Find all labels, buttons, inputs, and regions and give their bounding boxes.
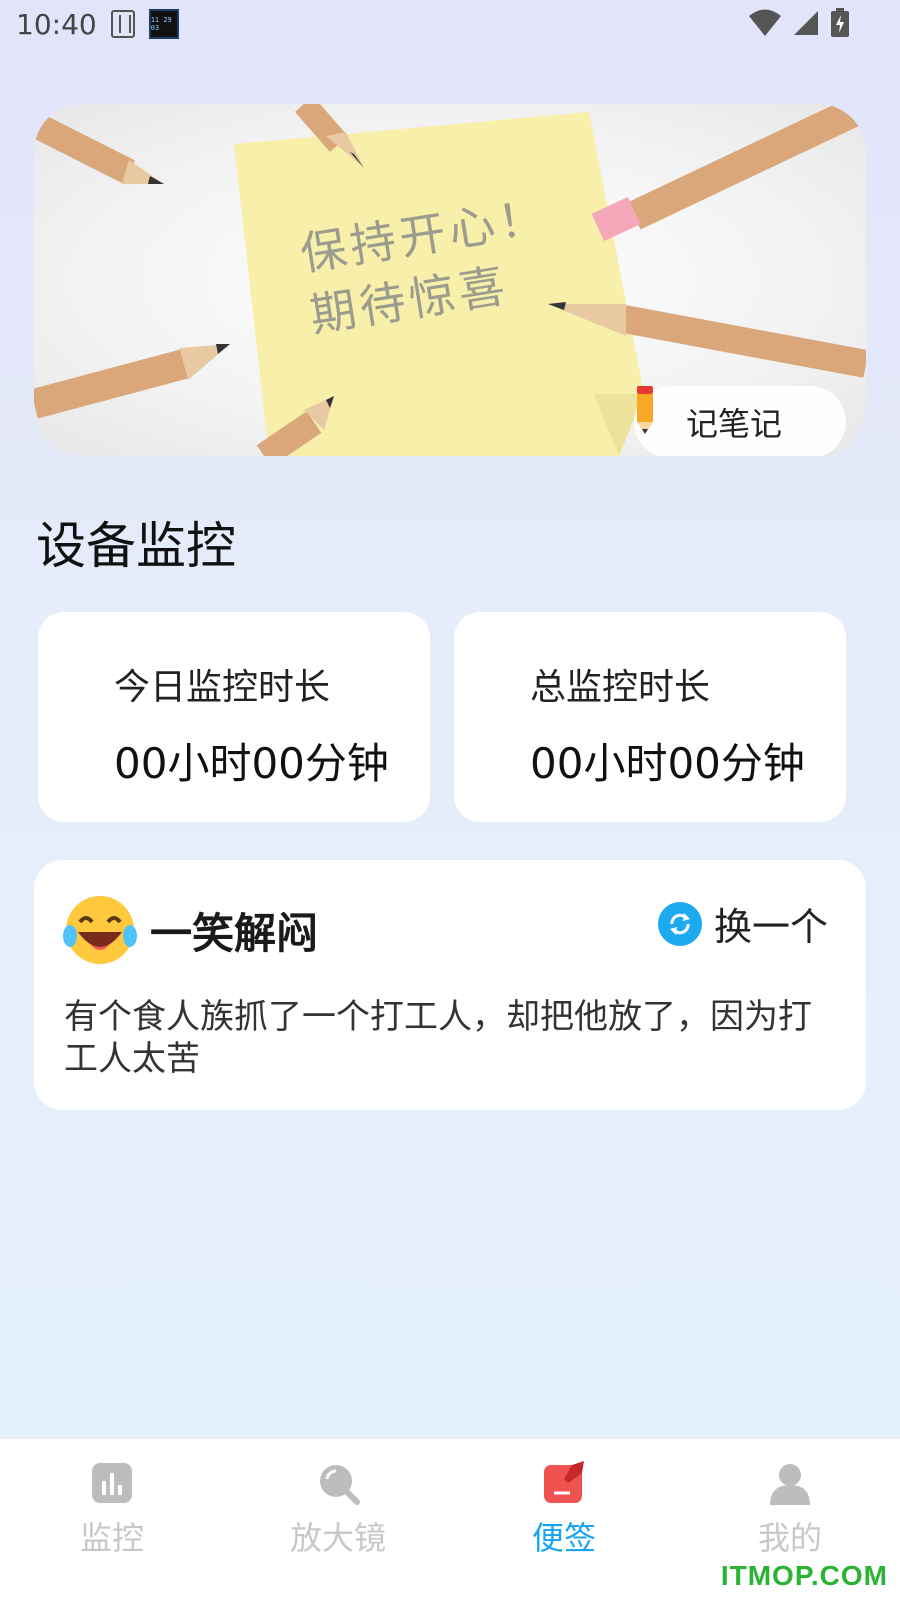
app-thumb-text: 11 29 03 [150, 16, 172, 32]
total-monitor-card: 总监控时长 00小时00分钟 [454, 612, 846, 822]
nav-item-notes[interactable]: 便签 [484, 1459, 644, 1559]
signal-icon [794, 11, 818, 35]
refresh-joke-button[interactable]: 换一个 [657, 896, 828, 951]
bar-chart-icon [88, 1459, 136, 1507]
status-bar: 10:40 11 29 03 [0, 0, 900, 48]
notification-icons: 11 29 03 [110, 9, 179, 39]
today-monitor-card: 今日监控时长 00小时00分钟 [38, 612, 430, 822]
status-right-icons [748, 8, 850, 38]
total-monitor-label: 总监控时长 [530, 667, 711, 708]
joke-text: 有个食人族抓了一个打工人，却把他放了，因为打工人太苦 [64, 997, 812, 1079]
nav-label-monitor: 监控 [79, 1519, 144, 1557]
joke-card: 一笑解闷 换一个 有个食人族抓了一个打工人，却把他放了，因为打工人太苦 [34, 860, 866, 1110]
status-time: 10:40 [16, 7, 97, 41]
pencil-right-eraser [591, 104, 866, 242]
section-title: 设备监控 [36, 517, 236, 575]
banner[interactable]: 保持开心！ 期待惊喜 记笔记 [34, 104, 866, 456]
today-monitor-value: 00小时00分钟 [114, 739, 389, 788]
person-icon [766, 1459, 814, 1507]
magnifier-icon [314, 1459, 362, 1507]
today-monitor-label: 今日监控时长 [114, 667, 331, 708]
watermark: ITMOP.COM [720, 1560, 888, 1591]
nav-item-profile[interactable]: 我的 [710, 1459, 870, 1559]
laughing-emoji-icon [63, 896, 137, 964]
nav-label-profile: 我的 [757, 1519, 822, 1557]
nav-label-notes: 便签 [531, 1519, 596, 1557]
refresh-label: 换一个 [713, 905, 828, 949]
pencil-bottom-left [34, 344, 230, 419]
take-note-button[interactable]: 记笔记 [634, 386, 846, 456]
nav-item-magnifier[interactable]: 放大镜 [258, 1459, 418, 1559]
note-icon [540, 1459, 588, 1507]
wifi-icon [749, 9, 781, 36]
joke-title: 一笑解闷 [150, 909, 319, 958]
battery-icon [831, 8, 849, 37]
pencil-top-left [34, 112, 164, 184]
sim-card-icon [110, 10, 135, 38]
total-monitor-value: 00小时00分钟 [530, 739, 805, 788]
refresh-icon [657, 901, 702, 946]
take-note-label: 记笔记 [686, 405, 783, 443]
nav-item-monitor[interactable]: 监控 [32, 1459, 192, 1559]
app-notification-icon: 11 29 03 [148, 9, 179, 39]
pencil-icon [637, 386, 653, 434]
nav-label-magnifier: 放大镜 [289, 1519, 386, 1557]
